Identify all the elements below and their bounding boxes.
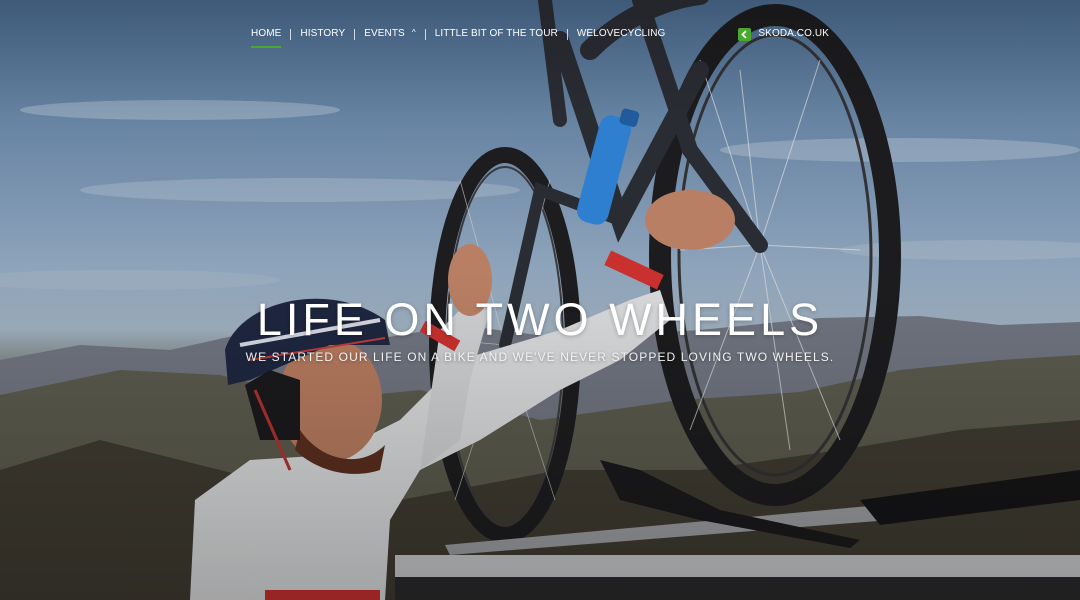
nav-item-label: WELOVECYCLING <box>576 28 666 39</box>
nav-item-history[interactable]: HISTORY <box>291 25 354 43</box>
main-nav: HOME HISTORY EVENTS ^ LITTLE BIT OF THE … <box>0 24 1080 48</box>
nav-item-little-bit-of-the-tour[interactable]: LITTLE BIT OF THE TOUR <box>426 25 567 43</box>
hero-section: HOME HISTORY EVENTS ^ LITTLE BIT OF THE … <box>0 0 1080 600</box>
nav-item-label: EVENTS <box>364 28 405 39</box>
nav-item-welovecycling[interactable]: WELOVECYCLING <box>568 25 675 43</box>
skoda-link-label: SKODA.CO.UK <box>758 28 829 39</box>
caret-up-icon: ^ <box>411 28 416 37</box>
nav-item-home[interactable]: HOME <box>242 25 290 48</box>
nav-item-label: LITTLE BIT OF THE TOUR <box>434 28 558 39</box>
hero-title: LIFE ON TWO WHEELS <box>256 294 824 345</box>
hero-subtitle: WE STARTED OUR LIFE ON A BIKE AND WE'VE … <box>245 350 835 364</box>
nav-item-events[interactable]: EVENTS ^ <box>355 25 424 43</box>
skoda-arrow-icon <box>738 27 752 41</box>
skoda-external-link[interactable]: SKODA.CO.UK <box>738 25 838 43</box>
nav-item-label: HISTORY <box>300 28 346 39</box>
nav-item-label: HOME <box>251 28 282 39</box>
